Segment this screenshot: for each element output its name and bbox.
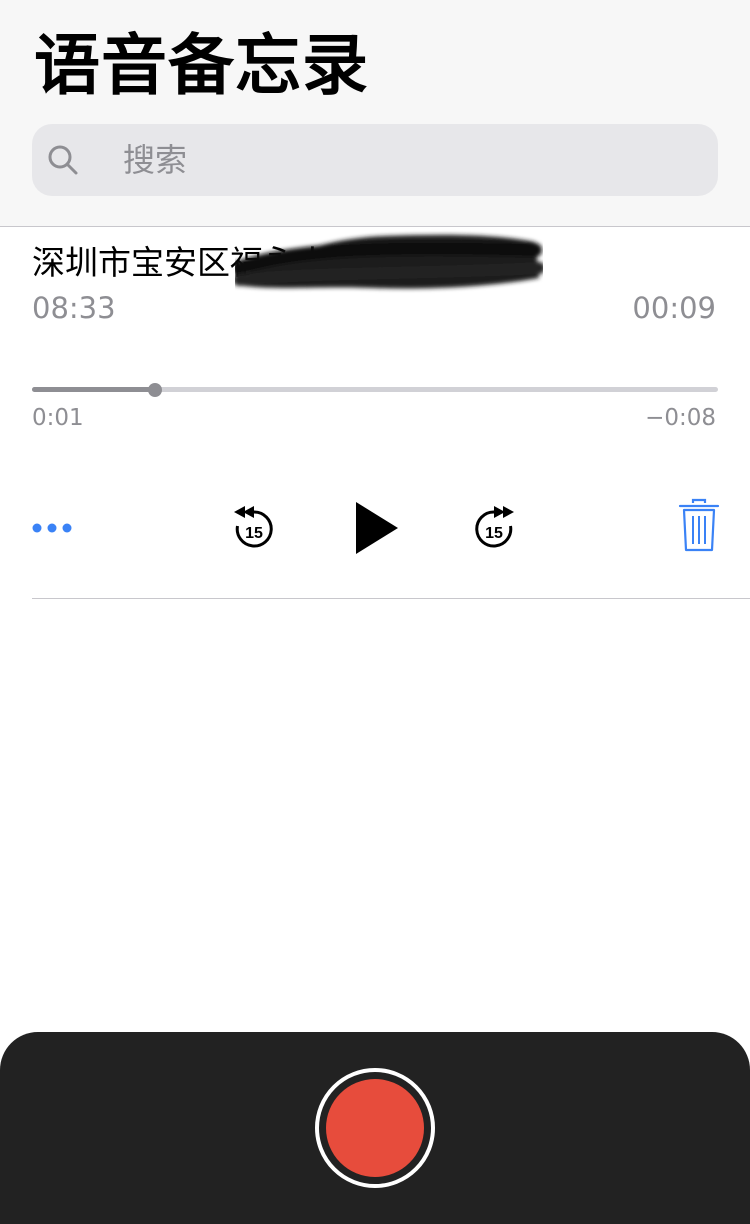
elapsed-time: 0:01 (32, 405, 84, 431)
play-icon[interactable] (350, 500, 402, 556)
page-title: 语音备忘录 (34, 27, 369, 104)
row-divider (32, 598, 750, 599)
recording-item[interactable]: 深圳市宝安区福永人民医院急诊 08:33 00:09 0:01 −0:08 15… (0, 228, 750, 600)
svg-text:15: 15 (485, 525, 503, 542)
voice-memos-app: 语音备忘录 搜索 深圳市宝安区福永人民医院急诊 08:33 00:09 0:01… (0, 0, 750, 1224)
playback-scrubber[interactable] (32, 382, 718, 398)
search-input[interactable]: 搜索 (123, 140, 187, 180)
record-bar (0, 1032, 750, 1224)
record-icon (326, 1079, 424, 1177)
header: 语音备忘录 搜索 (0, 0, 750, 227)
playback-controls: 15 15 (0, 496, 750, 560)
search-icon (48, 145, 78, 175)
recording-date: 08:33 (32, 291, 116, 325)
skip-forward-15-icon[interactable]: 15 (470, 502, 518, 554)
recording-duration: 00:09 (632, 291, 716, 325)
svg-text:15: 15 (245, 525, 263, 542)
redaction-scribble (235, 234, 543, 289)
scrubber-thumb[interactable] (148, 383, 163, 397)
trash-icon[interactable] (678, 498, 720, 554)
record-button[interactable] (315, 1068, 435, 1188)
remaining-time: −0:08 (645, 405, 716, 431)
skip-back-15-icon[interactable]: 15 (230, 502, 278, 554)
scrubber-progress (32, 387, 156, 392)
more-icon[interactable] (30, 516, 74, 540)
search-bar[interactable]: 搜索 (32, 124, 718, 196)
